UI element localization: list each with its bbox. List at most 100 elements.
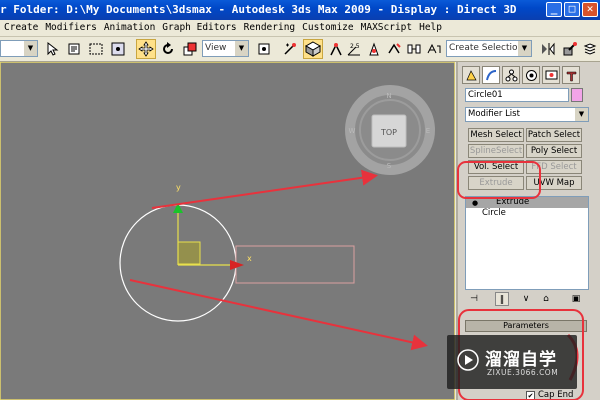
named-selection-icon: [407, 44, 421, 54]
tab-utilities[interactable]: [562, 66, 580, 84]
tab-hierarchy[interactable]: [502, 66, 520, 84]
compass-south: S: [387, 162, 392, 170]
percent-snap-icon: [369, 42, 379, 56]
menu-help[interactable]: Help: [415, 20, 445, 33]
menu-rendering[interactable]: Rendering: [240, 20, 298, 33]
select-by-name-icon: [68, 43, 80, 55]
abc-icon: [427, 43, 441, 54]
tab-create[interactable]: [462, 66, 480, 84]
pivot-center-button[interactable]: [254, 39, 274, 59]
angle-snap-icon: 2.5: [347, 43, 360, 56]
mesh-select-button[interactable]: Mesh Select: [468, 128, 524, 142]
gizmo-y-arrow: [173, 203, 183, 213]
menu-maxscript[interactable]: MAXScript: [357, 20, 415, 33]
lightbulb-icon[interactable]: ●: [472, 198, 478, 209]
spinner-snap-button[interactable]: [384, 39, 404, 59]
magnet-snap-icon: [330, 43, 342, 56]
vol-select-button[interactable]: Vol. Select: [468, 160, 524, 174]
stack-item-circle[interactable]: Circle: [466, 208, 588, 219]
angle-snap-button[interactable]: 2.5: [344, 39, 364, 59]
stack-item-extrude[interactable]: ● Extrude: [466, 197, 588, 208]
select-object-button[interactable]: [42, 39, 62, 59]
gizmo-y-label: y: [176, 183, 181, 192]
spline-select-button[interactable]: SplineSelect: [468, 144, 524, 158]
align-button[interactable]: [560, 39, 580, 59]
select-and-scale-button[interactable]: [180, 39, 200, 59]
snaps-toggle-button[interactable]: [326, 39, 346, 59]
scale-icon: [183, 42, 197, 56]
select-and-rotate-button[interactable]: [158, 39, 178, 59]
top-viewport[interactable]: y x TOP N S W E: [0, 62, 455, 400]
reference-coordinate-dropdown[interactable]: View ▼: [202, 40, 249, 57]
align-icon: [563, 42, 577, 56]
parameters-rollout-header[interactable]: Parameters: [465, 320, 587, 332]
show-end-result-icon[interactable]: ‖: [495, 292, 509, 306]
select-and-manipulate-button[interactable]: [280, 39, 300, 59]
stack-toolbar: ⊣ ‖ ∨ ⌂ ▣: [465, 291, 589, 307]
configure-modifier-sets-icon[interactable]: ▣: [569, 292, 583, 306]
hammer-icon: [566, 71, 576, 81]
uvw-map-button[interactable]: UVW Map: [526, 176, 582, 190]
pivot-icon: [258, 43, 270, 55]
spinner-snap-icon: [388, 43, 401, 54]
ffd-select-button[interactable]: FFD Select: [526, 160, 582, 174]
gizmo-x-arrow: [230, 260, 244, 270]
display-icon: [545, 70, 557, 79]
object-name-field[interactable]: Circle01: [465, 88, 569, 102]
select-by-name-button[interactable]: [64, 39, 84, 59]
edit-named-selection-button[interactable]: [404, 39, 424, 59]
cap-end-checkbox[interactable]: ✔ Cap End: [526, 390, 573, 400]
cube-icon: [305, 41, 321, 57]
hierarchy-icon: [505, 69, 517, 81]
menu-create[interactable]: Create: [0, 20, 41, 33]
mirror-button[interactable]: [538, 39, 558, 59]
watermark-url: ZIXUE.3066.COM: [487, 368, 559, 377]
extrude-button[interactable]: Extrude: [468, 176, 524, 190]
watermark: 溜溜自学 ZIXUE.3066.COM: [447, 335, 577, 389]
chevron-down-icon: ▼: [575, 108, 588, 121]
transform-plane-highlight: [235, 245, 355, 284]
viewcube[interactable]: TOP N S W E: [345, 85, 435, 175]
menu-customize[interactable]: Customize: [298, 20, 356, 33]
window-crossing-button[interactable]: [108, 39, 128, 59]
patch-select-button[interactable]: Patch Select: [526, 128, 582, 142]
layer-manager-button[interactable]: [580, 39, 600, 59]
menu-animation[interactable]: Animation: [100, 20, 158, 33]
rectangular-selection-button[interactable]: [86, 39, 106, 59]
mirror-icon: [542, 42, 555, 56]
pin-stack-icon[interactable]: ⊣: [467, 292, 481, 306]
modifier-list-dropdown[interactable]: Modifier List ▼: [465, 107, 589, 122]
close-button[interactable]: ✕: [582, 2, 598, 17]
maximize-button[interactable]: □: [564, 2, 580, 17]
keyboard-shortcut-override-button[interactable]: [303, 39, 323, 59]
tab-modify[interactable]: [482, 66, 500, 84]
modifier-stack[interactable]: ● Extrude Circle: [465, 196, 589, 290]
tab-display[interactable]: [542, 66, 560, 84]
main-toolbar: ▼ View ▼ 2.5 Create Selection Set ▼: [0, 37, 600, 62]
minimize-button[interactable]: _: [546, 2, 562, 17]
rect-selection-icon: [89, 43, 103, 55]
make-unique-icon[interactable]: ∨: [519, 292, 533, 306]
select-and-move-button[interactable]: [136, 39, 156, 59]
viewcube-face-label: TOP: [380, 128, 397, 137]
named-selection-sets-dropdown[interactable]: Create Selection Set ▼: [446, 40, 532, 57]
compass-west: W: [349, 127, 356, 135]
gizmo-x-label: x: [247, 254, 252, 263]
chevron-down-icon: ▼: [235, 41, 248, 56]
chevron-down-icon: ▼: [24, 41, 37, 56]
create-icon: [465, 69, 477, 80]
poly-select-button[interactable]: Poly Select: [526, 144, 582, 158]
gizmo-xy-plane: [177, 241, 201, 265]
selection-filter-dropdown[interactable]: ▼: [0, 40, 38, 57]
menu-modifiers[interactable]: Modifiers: [41, 20, 99, 33]
menu-bar: Create Modifiers Animation Graph Editors Ren…: [0, 20, 600, 37]
remove-modifier-icon[interactable]: ⌂: [539, 292, 553, 306]
compass-north: N: [386, 92, 391, 100]
checkbox-check-icon: ✔: [526, 391, 535, 400]
object-color-swatch[interactable]: [571, 88, 583, 102]
compass-east: E: [426, 127, 430, 135]
percent-snap-button[interactable]: [364, 39, 384, 59]
menu-graph-editors[interactable]: Graph Editors: [158, 20, 239, 33]
abc-icon-button[interactable]: [424, 39, 444, 59]
tab-motion[interactable]: [522, 66, 540, 84]
